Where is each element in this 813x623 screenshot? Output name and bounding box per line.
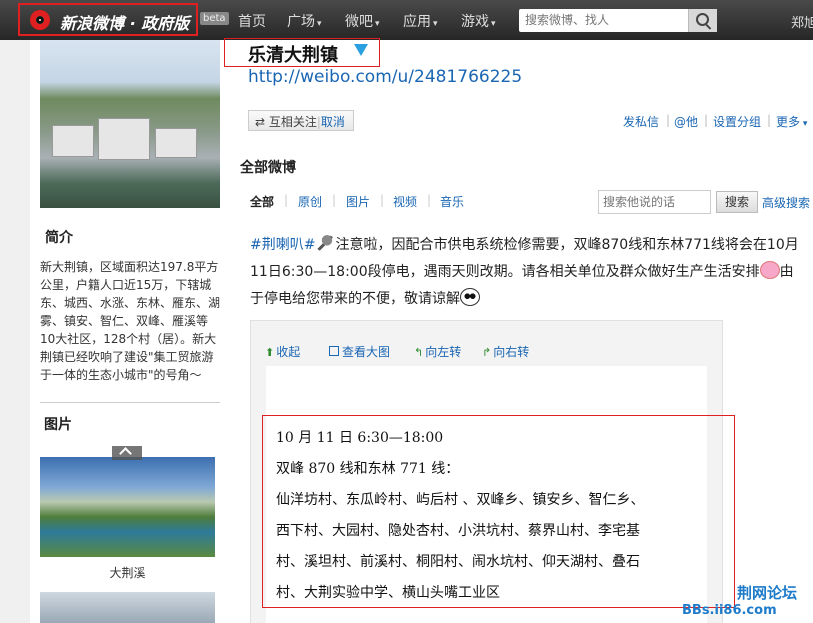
nav-games[interactable]: 游戏 ▾ xyxy=(461,11,496,31)
forum-watermark: 荆网论坛 xyxy=(737,584,798,602)
tab-music[interactable]: 音乐 xyxy=(440,193,464,210)
tab-original[interactable]: 原创 xyxy=(298,193,322,210)
building-shape xyxy=(155,128,197,158)
unfollow-link[interactable]: 取消 xyxy=(321,115,345,129)
photo-thumbnail[interactable] xyxy=(40,592,215,623)
separator: | xyxy=(380,193,385,207)
separator: | xyxy=(704,113,709,127)
global-search-button[interactable] xyxy=(688,9,717,32)
nav-apps[interactable]: 应用 ▾ xyxy=(403,11,438,31)
microphone-emoji-icon xyxy=(315,234,336,252)
mention-link[interactable]: @他 xyxy=(674,113,698,130)
send-message-link[interactable]: 发私信 xyxy=(623,113,659,130)
forum-watermark-url: BBs.ii86.com xyxy=(682,603,777,618)
weibo-logo[interactable]: 新浪微博 · 政府版 xyxy=(18,3,198,36)
photo-caption: 大荆溪 xyxy=(109,566,146,580)
nav-home[interactable]: 首页 xyxy=(238,11,266,31)
set-group-link[interactable]: 设置分组 xyxy=(713,113,761,130)
building-shape xyxy=(52,125,94,157)
username[interactable]: 郑旭 xyxy=(791,12,813,31)
profile-name: 乐清大荆镇 xyxy=(248,45,338,66)
enlarge-icon xyxy=(329,346,339,356)
brand-text: 新浪微博 · 政府版 xyxy=(60,14,190,33)
hashtag-link[interactable]: #荆喇叭# xyxy=(250,237,315,253)
search-icon xyxy=(696,13,709,26)
rotate-right-link[interactable]: ↱ 向右转 xyxy=(482,343,529,360)
chevron-down-icon: ▾ xyxy=(317,19,322,29)
highlight-box xyxy=(262,415,735,608)
global-search-box xyxy=(519,9,717,32)
feed-search-button[interactable]: 搜索 xyxy=(716,191,758,213)
feed-search-box xyxy=(598,190,711,214)
nav-square[interactable]: 广场 ▾ xyxy=(287,11,322,31)
scroll-up-icon[interactable] xyxy=(112,446,142,460)
intro-text: 新大荆镇，区域面积达197.8平方公里，户籍人口近15万，下辖城东、城西、水涨、… xyxy=(40,260,221,382)
chevron-down-icon: ▾ xyxy=(433,19,438,29)
section-title: 全部微博 xyxy=(240,160,296,176)
building-shape xyxy=(98,118,150,160)
photo-thumbnail[interactable] xyxy=(40,457,215,557)
panda-emoji-icon xyxy=(460,288,480,306)
chevron-down-icon: ▾ xyxy=(491,19,496,29)
rotate-right-icon: ↱ xyxy=(482,346,492,359)
divider xyxy=(40,402,220,403)
pig-emoji-icon xyxy=(759,261,780,279)
collapse-image-link[interactable]: ⬆ 收起 xyxy=(265,343,300,360)
beta-badge: beta xyxy=(200,12,229,25)
separator: | xyxy=(332,193,337,207)
profile-url[interactable]: http://weibo.com/u/2481766225 xyxy=(248,67,522,87)
tab-videos[interactable]: 视频 xyxy=(393,193,417,210)
verified-icon xyxy=(354,44,368,56)
follow-status-button[interactable]: ⇄ 互相关注|取消 xyxy=(248,110,354,131)
global-search-input[interactable] xyxy=(525,12,685,28)
arrow-up-icon: ⬆ xyxy=(265,346,275,359)
more-menu[interactable]: 更多 ▾ xyxy=(776,113,807,130)
profile-photo[interactable] xyxy=(40,40,220,208)
advanced-search-link[interactable]: 高级搜索 xyxy=(762,194,810,211)
intro-title: 简介 xyxy=(45,230,73,246)
separator: | xyxy=(284,193,289,207)
tab-pictures[interactable]: 图片 xyxy=(346,193,370,210)
separator: | xyxy=(767,113,772,127)
feed-search-input[interactable] xyxy=(603,193,707,211)
view-large-image-link[interactable]: 查看大图 xyxy=(329,343,390,360)
chevron-down-icon: ▾ xyxy=(375,19,380,29)
rotate-left-link[interactable]: ↰ 向左转 xyxy=(414,343,461,360)
weibo-eye-icon xyxy=(30,10,50,30)
chevron-down-icon: ▾ xyxy=(800,119,808,129)
post-text: #荆喇叭# 注意啦，因配合市供电系统检修需要，双峰870线和东林771线将会在10… xyxy=(250,232,805,313)
separator: | xyxy=(666,113,671,127)
rotate-left-icon: ↰ xyxy=(414,346,424,359)
photos-title: 图片 xyxy=(44,417,72,433)
nav-weiba[interactable]: 微吧 ▾ xyxy=(345,11,380,31)
tab-all[interactable]: 全部 xyxy=(250,193,274,210)
separator: | xyxy=(427,193,432,207)
